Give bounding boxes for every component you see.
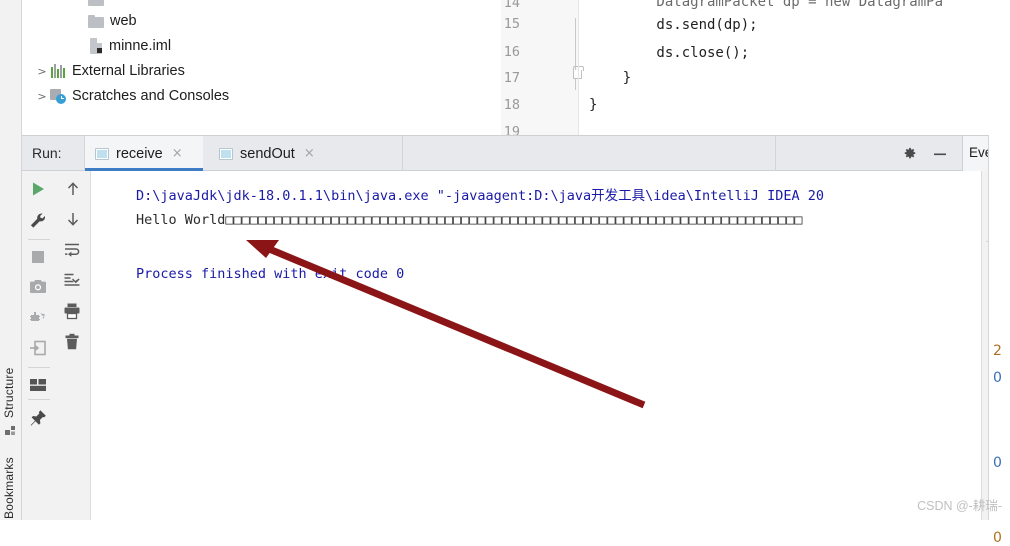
stop-button[interactable]: [30, 249, 46, 265]
line-number: 17: [503, 70, 520, 86]
screenshot-button[interactable]: [29, 279, 47, 295]
console-command-line: D:\javaJdk\jdk-18.0.1.1\bin\java.exe "-j…: [136, 188, 824, 204]
tool-button-bookmarks[interactable]: Bookmarks: [2, 455, 20, 519]
trash-icon: [65, 333, 79, 350]
run-configuration-icon: [219, 147, 233, 160]
camera-icon: [30, 280, 46, 293]
folder-icon: [88, 14, 104, 28]
run-tab-label: sendOut: [240, 145, 295, 162]
tree-item-label: minne.iml: [109, 38, 172, 54]
console-program-output-line: Hello World□□□□□□□□□□□□□□□□□□□□□□□□□□□□□…: [136, 212, 803, 228]
gear-icon: [904, 147, 916, 159]
code-line-18: }: [589, 97, 598, 113]
print-icon: [64, 303, 80, 320]
csdn-watermark: CSDN @-耕瑞-: [917, 499, 1002, 513]
folder-icon: [88, 0, 104, 6]
arrow-down-icon: [67, 213, 79, 226]
header-divider: [402, 136, 403, 171]
line-number: 18: [503, 97, 520, 113]
wrench-icon: [30, 213, 46, 228]
right-cutoff-column: 2 0 0 0: [988, 135, 1010, 546]
edit-configuration-button[interactable]: [29, 212, 47, 230]
soft-wrap-button[interactable]: [63, 240, 81, 258]
console-exit-line: Process finished with exit code 0: [136, 266, 405, 282]
line-number: 19: [503, 124, 520, 135]
tool-button-structure[interactable]: Structure: [2, 352, 20, 419]
pin-icon: [30, 410, 46, 426]
line-number: 15: [503, 16, 520, 32]
minus-icon: [934, 153, 946, 156]
code-line-17: }: [589, 70, 632, 86]
layout-button[interactable]: [29, 378, 47, 392]
structure-icon: [5, 424, 17, 436]
tree-item-label: web: [110, 13, 137, 29]
run-window-header: Run: receive × sendOut × Event: [22, 135, 1010, 172]
soft-wrap-icon: [65, 243, 80, 257]
settings-gear-button[interactable]: [900, 144, 920, 164]
clear-all-button[interactable]: [63, 333, 81, 351]
right-column-value: 0: [993, 370, 1002, 386]
layout-icon: [30, 379, 46, 391]
thread-dump-icon: [30, 312, 45, 321]
right-column-value: 0: [993, 455, 1002, 471]
scroll-to-end-icon: [64, 273, 80, 286]
project-tree-panel[interactable]: web minne.iml > External Libraries > Scr…: [22, 0, 501, 135]
left-tool-strip: Structure Bookmarks: [0, 0, 22, 520]
header-divider: [775, 136, 776, 171]
right-column-value: 2: [993, 343, 1002, 359]
export-button[interactable]: [29, 340, 47, 356]
run-toolbar-secondary: [56, 171, 91, 520]
external-libraries-icon: [50, 64, 66, 78]
toolbar-divider: [28, 399, 50, 400]
run-tab-label: receive: [116, 145, 163, 162]
minimize-button[interactable]: [930, 144, 950, 164]
toolbar-divider: [28, 239, 50, 240]
run-console-output[interactable]: D:\javaJdk\jdk-18.0.1.1\bin\java.exe "-j…: [91, 171, 981, 520]
toolbar-divider: [28, 367, 50, 368]
iml-file-icon: [89, 38, 103, 54]
tree-row-web[interactable]: web: [88, 8, 137, 34]
pin-tab-button[interactable]: [29, 409, 47, 427]
editor-gutter[interactable]: 14 15 16 17 18 19: [501, 0, 584, 135]
ide-window: Structure Bookmarks web minne.iml > Exte…: [0, 0, 1010, 546]
rerun-button[interactable]: [29, 180, 47, 198]
code-line-14: DatagramPacket dp = new DatagramPa: [589, 0, 944, 10]
play-icon: [33, 182, 44, 196]
print-button[interactable]: [63, 302, 81, 320]
run-tool-window: Run: receive × sendOut × Event D:\javaJd…: [22, 135, 1010, 520]
up-the-stack-trace-button[interactable]: [64, 180, 82, 198]
run-tab-receive[interactable]: receive ×: [85, 136, 203, 171]
code-editor-panel[interactable]: 14 15 16 17 18 19 DatagramPacket dp = ne…: [501, 0, 1010, 135]
close-icon[interactable]: ×: [304, 146, 315, 161]
export-icon: [30, 340, 46, 356]
code-line-15: ds.send(dp);: [589, 17, 758, 33]
tree-item-label: External Libraries: [72, 63, 185, 79]
run-toolbar-primary: [22, 171, 56, 520]
tree-item-label: Scratches and Consoles: [72, 88, 230, 104]
down-the-stack-trace-button[interactable]: [64, 210, 82, 228]
tree-row-minne-iml[interactable]: minne.iml: [89, 33, 171, 59]
tree-row-scratches-and-consoles[interactable]: > Scratches and Consoles: [34, 83, 229, 109]
chevron-right-icon[interactable]: >: [34, 90, 50, 103]
run-tab-sendout[interactable]: sendOut ×: [209, 136, 337, 171]
stop-icon: [32, 251, 44, 263]
scratches-icon: [50, 88, 66, 104]
close-icon[interactable]: ×: [172, 146, 183, 161]
run-window-title: Run:: [32, 145, 62, 161]
run-configuration-icon: [95, 147, 109, 160]
scroll-to-end-button[interactable]: [63, 271, 81, 289]
code-fold-line: [575, 18, 576, 90]
chevron-right-icon[interactable]: >: [34, 65, 50, 78]
editor-code-area[interactable]: DatagramPacket dp = new DatagramPa ds.se…: [589, 0, 1010, 135]
tree-row-external-libraries[interactable]: > External Libraries: [34, 58, 185, 84]
line-number: 16: [503, 44, 520, 60]
right-column-value: 0: [993, 530, 1002, 546]
editor-gutter-divider: [578, 0, 579, 135]
code-line-16: ds.close();: [589, 45, 750, 61]
dump-threads-button[interactable]: [29, 310, 47, 326]
line-number: 14: [503, 0, 520, 11]
arrow-up-icon: [67, 182, 79, 195]
